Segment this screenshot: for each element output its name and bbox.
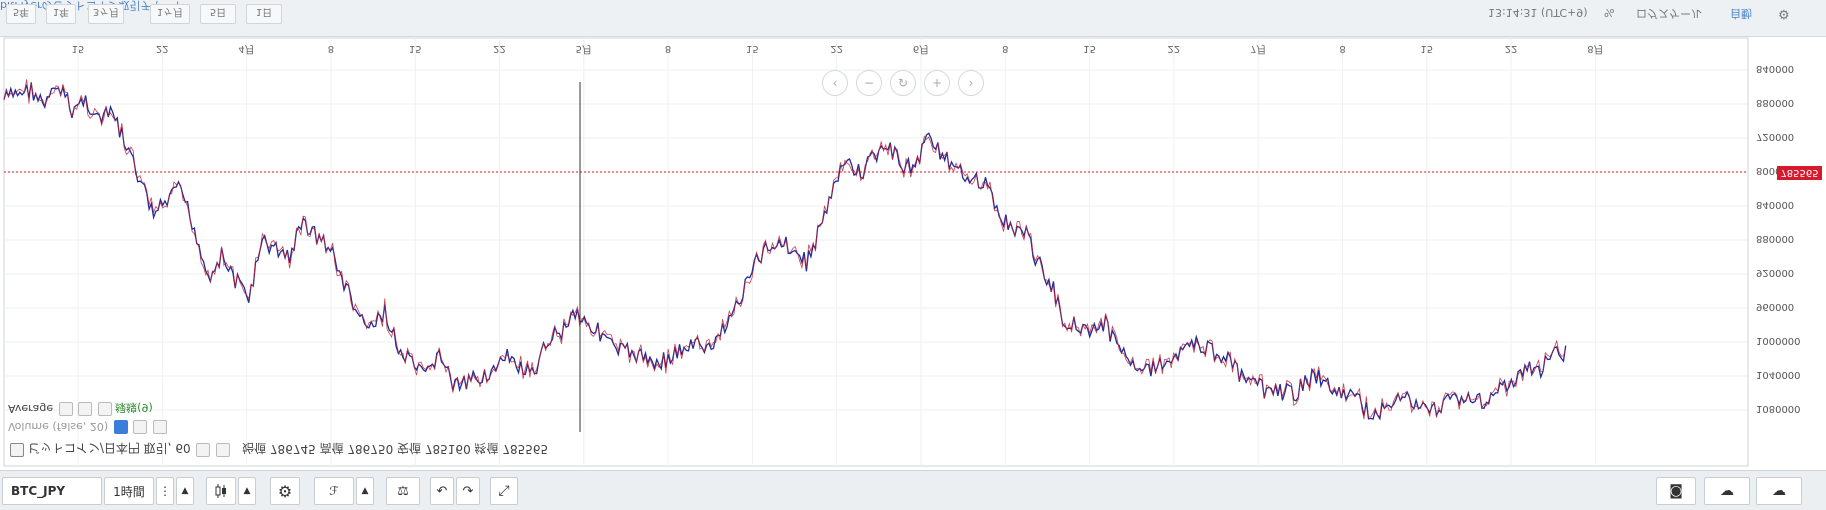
scroll-right-button[interactable]: › bbox=[958, 70, 984, 96]
x-tick-label: 8月 bbox=[1587, 43, 1603, 55]
more-menu-icon[interactable]: ⋮ bbox=[156, 477, 174, 505]
y-tick-label: 1080000 bbox=[1756, 403, 1801, 414]
x-tick-label: 15 bbox=[1420, 43, 1433, 54]
fullscreen-icon[interactable]: ⤢ bbox=[490, 477, 518, 505]
y-tick-label: 840000 bbox=[1756, 199, 1794, 210]
cloud-upload-icon[interactable]: ☁ bbox=[1704, 477, 1750, 505]
y-tick-label: 1000000 bbox=[1756, 335, 1801, 346]
interval-selector[interactable]: 1時間 bbox=[104, 477, 154, 505]
close-icon[interactable] bbox=[152, 420, 167, 434]
bottom-toolbar: BTC_JPY 1時間 ⋮ ▲ ▲ ⚙ ℱ ▲ ⚖ ↶ ↷ ⤢ ◙ ☁ ☁ bbox=[0, 470, 1826, 510]
reset-button[interactable]: ↻ bbox=[890, 70, 916, 96]
x-tick-label: 8 bbox=[1339, 43, 1345, 54]
settings-icon[interactable] bbox=[133, 420, 148, 434]
x-tick-label: 4月 bbox=[238, 43, 254, 55]
x-tick-label: 15 bbox=[746, 43, 759, 54]
x-tick-label: 22 bbox=[156, 43, 169, 54]
y-tick-label: 960000 bbox=[1756, 301, 1794, 312]
y-tick-label: 720000 bbox=[1756, 131, 1794, 142]
x-tick-label: 8 bbox=[665, 43, 671, 54]
camera-icon[interactable]: ◙ bbox=[1656, 477, 1696, 505]
x-tick-label: 6月 bbox=[913, 43, 929, 55]
x-tick-label: 22 bbox=[1168, 43, 1181, 54]
y-tick-label: 920000 bbox=[1756, 267, 1794, 278]
average-legend: Average 緑線(9) bbox=[8, 401, 153, 416]
zoom-out-button[interactable]: − bbox=[856, 70, 882, 96]
y-tick-label: 1040000 bbox=[1756, 369, 1801, 380]
x-tick-label: 22 bbox=[830, 43, 843, 54]
chevron-up-icon[interactable]: ▲ bbox=[176, 477, 194, 505]
visibility-icon[interactable] bbox=[113, 420, 128, 434]
chevron-up-icon[interactable]: ▲ bbox=[238, 477, 256, 505]
scroll-left-button[interactable]: ‹ bbox=[822, 70, 848, 96]
y-tick-label: 880000 bbox=[1756, 233, 1794, 244]
settings-icon[interactable] bbox=[216, 442, 231, 457]
gear-icon[interactable]: ⚙ bbox=[270, 477, 300, 505]
price-series-line-red bbox=[3, 79, 1567, 420]
last-price-label: 785565 bbox=[1777, 166, 1822, 180]
x-tick-label: 5月 bbox=[576, 43, 592, 55]
redo-icon[interactable]: ↷ bbox=[456, 477, 480, 505]
x-tick-label: 15 bbox=[409, 43, 422, 54]
volume-legend: Volume (false, 20) bbox=[8, 420, 167, 434]
x-tick-label: 15 bbox=[1083, 43, 1096, 54]
x-tick-label: 22 bbox=[493, 43, 506, 54]
symbol-search[interactable]: BTC_JPY bbox=[2, 477, 102, 505]
settings-icon[interactable] bbox=[78, 402, 93, 416]
x-tick-label: 22 bbox=[1505, 43, 1518, 54]
x-tick-label: 15 bbox=[72, 43, 85, 54]
x-tick-label: 8 bbox=[1002, 43, 1008, 54]
price-chart[interactable]: 15 22 4月 8 15 22 5月 8 15 22 6月 8 15 22 7月 8 15 22 8月 84000… bbox=[0, 0, 1826, 470]
y-tick-label: 840000 bbox=[1756, 63, 1794, 74]
indicators-icon[interactable]: ℱ bbox=[314, 477, 354, 505]
chart-title: ビットコイン/日本円 取引, 60 bbox=[27, 441, 191, 455]
y-axis: 8400008800007200008000008400008800009200… bbox=[1747, 38, 1801, 466]
zoom-in-button[interactable]: + bbox=[924, 70, 950, 96]
compare-icon[interactable]: ⚖ bbox=[386, 477, 420, 505]
ohlc-open: 始値 bbox=[242, 441, 267, 455]
chevron-up-icon[interactable]: ▲ bbox=[356, 477, 374, 505]
visibility-icon[interactable] bbox=[58, 402, 73, 416]
x-tick-label: 8 bbox=[328, 43, 334, 54]
x-tick-label: 7月 bbox=[1250, 43, 1266, 55]
close-icon[interactable] bbox=[97, 402, 112, 416]
x-axis: 15 22 4月 8 15 22 5月 8 15 22 6月 8 15 22 7月 8 15 22 8月 bbox=[72, 43, 1604, 55]
main-legend: ビットコイン/日本円 取引, 60 始値 786745 高値 786750 安値… bbox=[8, 440, 548, 457]
price-series-line bbox=[3, 82, 1567, 421]
y-tick-label: 880000 bbox=[1756, 97, 1794, 108]
cloud-download-icon[interactable]: ☁ bbox=[1756, 477, 1802, 505]
visibility-icon[interactable] bbox=[196, 442, 211, 457]
undo-icon[interactable]: ↶ bbox=[430, 477, 454, 505]
collapse-icon[interactable] bbox=[10, 442, 24, 457]
candlestick-icon[interactable] bbox=[206, 477, 236, 505]
